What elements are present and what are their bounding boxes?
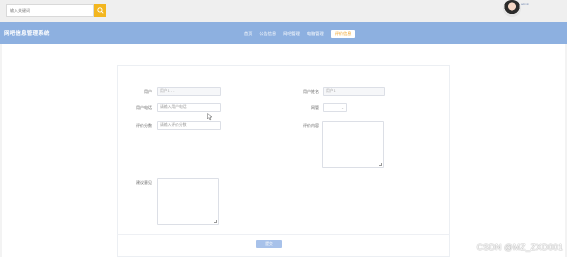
grade-label: 网管 (311, 105, 319, 110)
form-divider (117, 234, 450, 235)
grade-select[interactable]: ⌄ (323, 103, 347, 112)
name-label: 用户姓名 (303, 89, 319, 94)
nav-computers[interactable]: 电脑管理 (307, 31, 324, 37)
nav-notices[interactable]: 公告信息 (259, 31, 276, 37)
suggest-textarea[interactable] (157, 178, 219, 225)
phone-field[interactable]: 请输入用户电话 (157, 103, 221, 112)
top-bar: admin (0, 0, 567, 22)
watermark: CSDN @MZ_ZXD001 (476, 242, 563, 252)
search-button[interactable] (94, 4, 106, 17)
score-field[interactable]: 请输入评价分数 (157, 121, 221, 130)
account-label: 用户 (144, 89, 152, 94)
score-label: 评价分数 (136, 123, 152, 128)
search-input[interactable] (6, 4, 94, 17)
resize-handle[interactable] (379, 163, 382, 166)
nav-netbar[interactable]: 网吧管理 (283, 31, 300, 37)
avatar[interactable] (503, 0, 521, 17)
suggest-label: 建议意见 (136, 180, 152, 185)
username-label[interactable]: admin (521, 2, 529, 6)
nav-reviews[interactable]: 评价信息 (330, 30, 356, 38)
site-title: 网吧信息管理系统 (4, 31, 50, 37)
phone-label: 用户电话 (136, 105, 152, 110)
content-label: 评价内容 (303, 123, 319, 128)
account-field: 用户1 - - (157, 87, 221, 96)
search-box (6, 4, 106, 17)
content-textarea[interactable] (322, 121, 384, 168)
header-nav: 网吧信息管理系统 首页 公告信息 网吧管理 电脑管理 评价信息 (0, 22, 567, 44)
main-nav: 首页 公告信息 网吧管理 电脑管理 评价信息 (244, 30, 362, 38)
chevron-down-icon: ⌄ (341, 106, 344, 110)
nav-home[interactable]: 首页 (244, 31, 252, 37)
submit-button[interactable]: 提交 (256, 240, 282, 248)
name-field: 用户1 (323, 87, 385, 96)
resize-handle[interactable] (214, 220, 217, 223)
search-icon (96, 7, 104, 14)
text-cursor-icon (207, 113, 213, 121)
